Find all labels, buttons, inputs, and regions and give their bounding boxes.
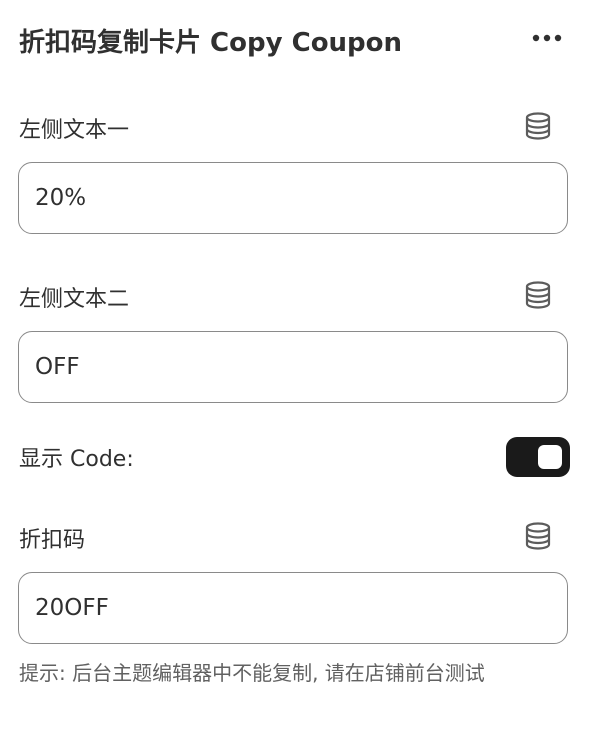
help-text: 提示: 后台主题编辑器中不能复制, 请在店铺前台测试 <box>19 661 485 685</box>
field-left-text-1-row: 左侧文本一 <box>19 110 570 144</box>
panel-header: 折扣码复制卡片 Copy Coupon <box>19 20 571 60</box>
show-code-row: 显示 Code: <box>19 437 571 477</box>
field-label-left-text-2: 左侧文本二 <box>19 287 130 312</box>
field-left-text-2-row: 左侧文本二 <box>19 279 570 313</box>
toggle-knob <box>538 445 562 469</box>
panel-title: 折扣码复制卡片 Copy Coupon <box>19 28 403 58</box>
dynamic-source-button-left-text-1[interactable] <box>522 110 554 142</box>
field-label-coupon-code: 折扣码 <box>19 528 86 553</box>
dynamic-source-button-left-text-2[interactable] <box>522 279 554 311</box>
left-text-1-input[interactable] <box>18 162 568 234</box>
more-horizontal-icon <box>532 34 562 42</box>
database-icon <box>525 112 551 140</box>
database-icon <box>525 281 551 309</box>
dynamic-source-button-coupon-code[interactable] <box>522 520 554 552</box>
database-icon <box>525 522 551 550</box>
left-text-2-input[interactable] <box>18 331 568 403</box>
more-options-button[interactable] <box>529 26 565 50</box>
coupon-code-input[interactable] <box>18 572 568 644</box>
show-code-label: 显示 Code: <box>19 447 134 472</box>
coupon-settings-panel: 折扣码复制卡片 Copy Coupon 左侧文本一 左侧文本二 <box>0 0 590 736</box>
field-label-left-text-1: 左侧文本一 <box>19 118 130 143</box>
show-code-toggle[interactable] <box>506 437 570 477</box>
coupon-code-row: 折扣码 <box>19 520 570 554</box>
